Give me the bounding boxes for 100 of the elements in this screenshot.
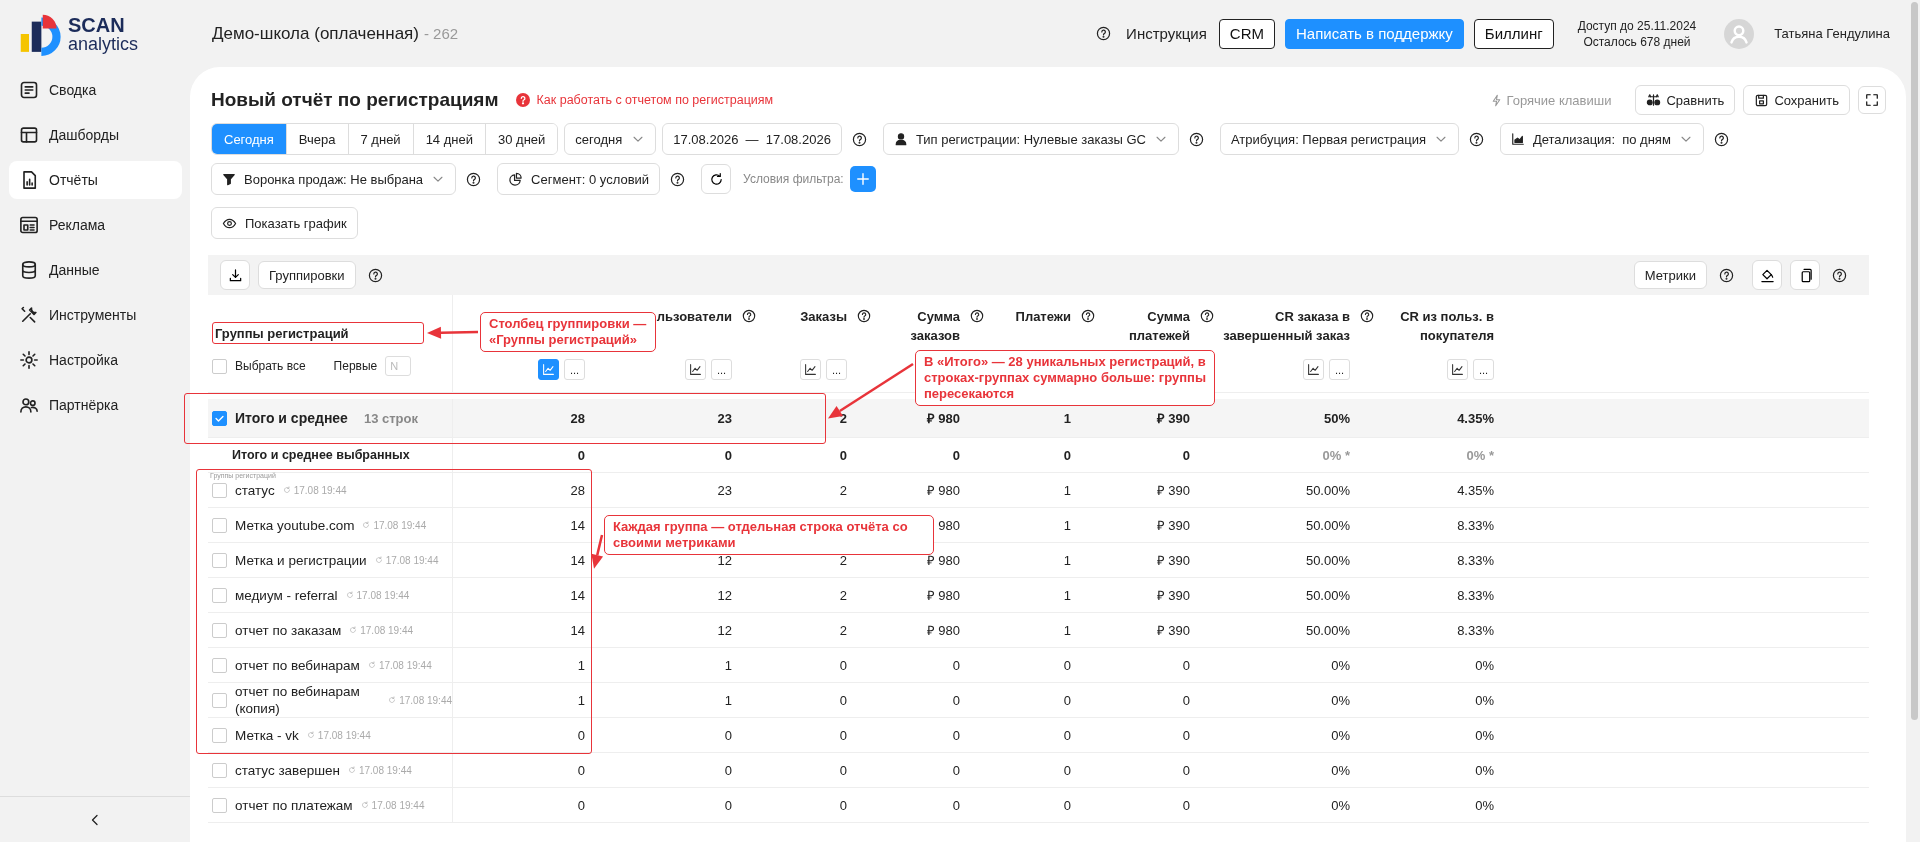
- checkbox[interactable]: [212, 358, 227, 374]
- checkbox[interactable]: [212, 797, 227, 813]
- filter-dropdown[interactable]: Воронка продаж: Не выбрана: [211, 163, 457, 195]
- annotation-arrow: [427, 326, 479, 339]
- table-cell: 0: [724, 762, 732, 778]
- column-header: CR заказа в завершенный заказ: [1222, 308, 1350, 345]
- column-header: Сумма платежей: [1127, 308, 1190, 345]
- table-cell: 1: [1063, 622, 1071, 638]
- icon-button[interactable]: [220, 260, 250, 290]
- column-header: Заказы: [800, 308, 847, 326]
- table-cell: ₽ 980: [926, 588, 960, 603]
- filter-button[interactable]: Метрики: [1633, 261, 1707, 289]
- filter-button[interactable]: Группировки: [258, 261, 356, 289]
- sidebar-item[interactable]: Сводка: [9, 71, 182, 109]
- filter-dropdown[interactable]: Атрибуция: Первая регистрация: [1219, 123, 1459, 155]
- sidebar-item[interactable]: Настройка: [9, 341, 182, 379]
- logo-text: SCAN: [68, 14, 126, 35]
- help-icon: [1713, 131, 1729, 147]
- more-button[interactable]: ...: [1473, 359, 1494, 380]
- table-cell: 0: [1182, 797, 1190, 813]
- scales-icon: [1646, 92, 1662, 108]
- filter-button[interactable]: Сегмент: 0 условий: [497, 163, 661, 195]
- sidebar-item[interactable]: Отчёты: [9, 161, 182, 199]
- filter-button[interactable]: Показать график: [211, 207, 358, 239]
- fullscreen-button[interactable]: [1858, 86, 1886, 114]
- annotation-callout: Столбец группировки — «Группы регистраций»: [480, 312, 656, 352]
- more-button[interactable]: ...: [711, 359, 732, 380]
- sidebar-item[interactable]: Партнёрка: [9, 386, 182, 424]
- header-button[interactable]: Биллинг: [1473, 18, 1554, 49]
- checkbox[interactable]: [212, 410, 227, 426]
- more-button[interactable]: ...: [564, 359, 585, 380]
- table-cell: 50.00%: [1305, 622, 1350, 638]
- plus-icon: [855, 172, 870, 186]
- icon-button[interactable]: [1790, 260, 1820, 290]
- checkbox[interactable]: [212, 552, 227, 568]
- checkbox[interactable]: [212, 622, 227, 638]
- checkbox[interactable]: [212, 657, 227, 673]
- table-cell: 4.35%: [1457, 410, 1494, 426]
- action-button[interactable]: Сравнить: [1635, 85, 1736, 115]
- action-button[interactable]: Сохранить: [1743, 85, 1850, 115]
- group-name: Метка - vk: [235, 726, 299, 744]
- updated-time: 17.08 19:44: [388, 694, 452, 706]
- date-range-field[interactable]: 17.08.2026 — 17.08.2026: [662, 123, 842, 155]
- help-icon: [1188, 131, 1204, 147]
- table-cell: 0: [1182, 727, 1190, 743]
- first-n-field[interactable]: N: [385, 356, 412, 376]
- table-cell: 0: [577, 762, 585, 778]
- checkbox[interactable]: [212, 482, 227, 498]
- icon-button[interactable]: [1752, 260, 1782, 290]
- updated-time: 17.08 19:44: [349, 624, 414, 636]
- header-button[interactable]: CRM: [1218, 18, 1276, 49]
- checkbox[interactable]: [212, 762, 227, 778]
- table-cell: ₽ 390: [1156, 411, 1190, 426]
- annotation-arrow: [591, 534, 604, 569]
- more-button[interactable]: ...: [1329, 359, 1350, 380]
- table-cell: 28: [570, 410, 585, 426]
- group-name: отчет по платежам: [235, 796, 353, 814]
- table-cell: 4.35%: [1457, 482, 1494, 498]
- table-cell: 0: [724, 447, 732, 463]
- table-cell: 0%: [1475, 727, 1494, 743]
- save-icon: [1754, 92, 1770, 108]
- filter-caption: Условия фильтра:: [743, 172, 844, 186]
- table-cell: 50%: [1323, 410, 1350, 426]
- help-link[interactable]: Как работать с отчетом по регистрациям: [514, 92, 774, 108]
- filter-dropdown[interactable]: Детализация: по дням: [1499, 123, 1704, 155]
- scrollbar[interactable]: [1911, 2, 1918, 720]
- table-cell: 2: [839, 587, 847, 603]
- icon-button[interactable]: [701, 164, 732, 194]
- total-label: Итого и среднее выбранных: [231, 448, 410, 462]
- checkbox[interactable]: [212, 517, 227, 533]
- table-cell: 12: [717, 622, 732, 638]
- period-select[interactable]: сегодня: [564, 123, 657, 155]
- fullscreen-icon: [1865, 93, 1879, 107]
- table-cell: ₽ 390: [1156, 623, 1190, 638]
- help-icon: [466, 171, 482, 187]
- sidebar-item[interactable]: Инструменты: [9, 296, 182, 334]
- instruction-link[interactable]: Инструкция: [1092, 25, 1207, 42]
- table-cell: 1: [1063, 410, 1071, 426]
- table-cell: 0: [1182, 692, 1190, 708]
- more-button[interactable]: ...: [826, 359, 847, 380]
- sidebar-item[interactable]: Данные: [9, 251, 182, 289]
- group-name: Метка youtube.com: [235, 516, 355, 534]
- table-cell: 0: [952, 447, 960, 463]
- sidebar-item[interactable]: Реклама: [9, 206, 182, 244]
- table-cell: 0%: [1331, 762, 1350, 778]
- table-cell: 1: [577, 692, 585, 708]
- column-header: Платежи: [1015, 308, 1071, 326]
- help-icon: [1719, 267, 1734, 283]
- table-cell: 2: [839, 410, 847, 426]
- checkbox[interactable]: [212, 587, 227, 603]
- add-button[interactable]: [849, 166, 876, 192]
- sidebar-item[interactable]: Дашборды: [9, 116, 182, 154]
- filter-dropdown[interactable]: Тип регистрации: Нулевые заказы GC: [882, 123, 1179, 155]
- checkbox[interactable]: [212, 727, 227, 743]
- table-cell: 0%: [1331, 727, 1350, 743]
- table-cell: 1: [577, 657, 585, 673]
- group-name: отчет по вебинарам: [235, 656, 360, 674]
- table-cell: 0: [577, 447, 585, 463]
- column-header: льзователи: [656, 308, 732, 326]
- checkbox[interactable]: [212, 692, 227, 708]
